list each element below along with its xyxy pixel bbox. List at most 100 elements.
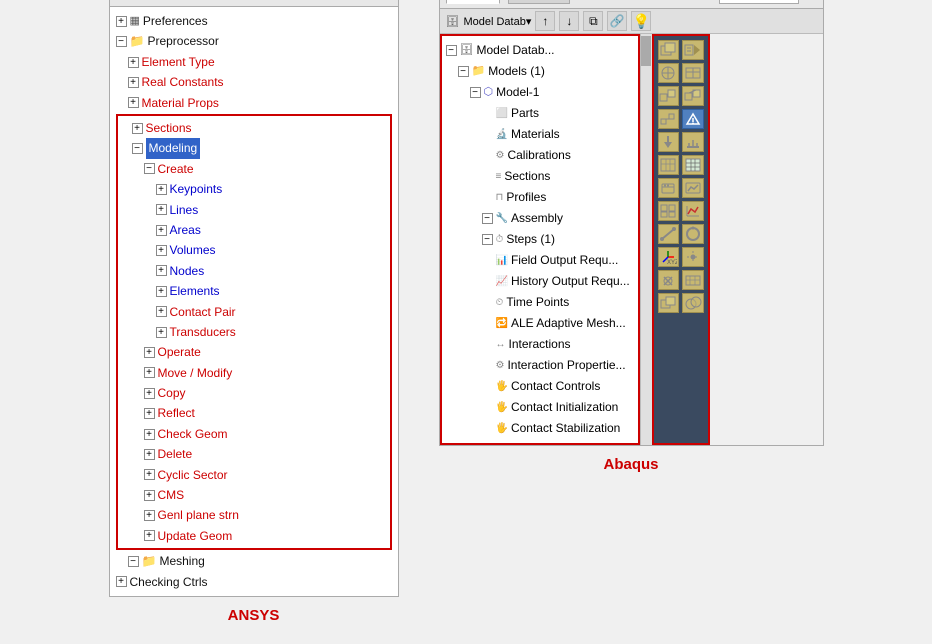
tree-item-sections[interactable]: + Sections	[120, 118, 388, 138]
tree-item-lines[interactable]: + Lines	[120, 200, 388, 220]
mesh-part-icon[interactable]	[682, 155, 704, 175]
expand-sections[interactable]: +	[132, 123, 143, 134]
tree-item-copy[interactable]: + Copy	[120, 383, 388, 403]
chart-icon[interactable]	[682, 201, 704, 221]
tree-item-model-1[interactable]: − ⬡ Model-1	[446, 82, 634, 103]
tree-item-transducers[interactable]: + Transducers	[120, 322, 388, 342]
tab-model[interactable]: Model	[446, 0, 501, 4]
tree-item-preferences[interactable]: + ▦ Preferences	[116, 11, 392, 31]
tree-item-ale[interactable]: 🔁 ALE Adaptive Mesh...	[446, 313, 634, 334]
material-create-icon[interactable]	[658, 63, 680, 83]
tree-item-history-output[interactable]: 📈 History Output Requ...	[446, 271, 634, 292]
expand-modeling[interactable]: −	[132, 143, 143, 154]
sketch-circle-icon[interactable]	[682, 224, 704, 244]
tree-item-areas[interactable]: + Areas	[120, 220, 388, 240]
expand-lines[interactable]: +	[156, 204, 167, 215]
tree-item-update-geom[interactable]: + Update Geom	[120, 526, 388, 546]
expand-contact-pair[interactable]: +	[156, 306, 167, 317]
toolbar-btn-down[interactable]: ↓	[559, 11, 579, 31]
tree-item-assembly[interactable]: − 🔧 Assembly	[446, 208, 634, 229]
tree-item-meshing[interactable]: − 📁 Meshing	[116, 551, 392, 571]
tree-item-contact-stab[interactable]: 🖐 Contact Stabilization	[446, 418, 634, 439]
sketch-line-icon[interactable]	[658, 224, 680, 244]
expand-create[interactable]: −	[144, 163, 155, 174]
job-monitor-icon[interactable]	[682, 178, 704, 198]
tree-item-nodes[interactable]: + Nodes	[120, 261, 388, 281]
tree-item-contact-init[interactable]: 🖐 Contact Initialization	[446, 397, 634, 418]
tree-item-interactions[interactable]: ↔ Interactions	[446, 334, 634, 355]
toolbar-btn-link[interactable]: 🔗	[607, 11, 627, 31]
scroll-thumb[interactable]	[641, 36, 651, 66]
step-create-icon[interactable]	[658, 109, 680, 129]
tree-item-material-props[interactable]: + Material Props	[116, 93, 392, 113]
expand-update-geom[interactable]: +	[144, 530, 155, 541]
tree-item-keypoints[interactable]: + Keypoints	[120, 179, 388, 199]
tree-item-modeling[interactable]: − Modeling	[120, 138, 388, 158]
expand-genl-plane-strn[interactable]: +	[144, 510, 155, 521]
abaqus-scrollbar[interactable]	[640, 34, 652, 445]
load-create-icon[interactable]	[658, 132, 680, 152]
tree-item-sections-ab[interactable]: ≡ Sections	[446, 166, 634, 187]
expand-copy[interactable]: +	[144, 388, 155, 399]
field-icon[interactable]	[682, 270, 704, 290]
part-create-icon[interactable]	[658, 40, 680, 60]
set-create-icon[interactable]	[682, 293, 704, 313]
viewport-icon[interactable]	[658, 201, 680, 221]
expand-check-geom[interactable]: +	[144, 429, 155, 440]
tree-item-move-modify[interactable]: + Move / Modify	[120, 363, 388, 383]
expand-nodes[interactable]: +	[156, 265, 167, 276]
tree-item-check-geom[interactable]: + Check Geom	[120, 424, 388, 444]
tree-item-contact-controls[interactable]: 🖐 Contact Controls	[446, 376, 634, 397]
tree-item-materials[interactable]: 🔬 Materials	[446, 124, 634, 145]
datum-point-icon[interactable]	[682, 247, 704, 267]
tree-item-delete[interactable]: + Delete	[120, 444, 388, 464]
tree-item-parts[interactable]: ⬜ Parts	[446, 103, 634, 124]
mesh-seed-icon[interactable]	[658, 155, 680, 175]
expand-operate[interactable]: +	[144, 347, 155, 358]
ref-point-icon[interactable]	[658, 270, 680, 290]
step-manager-icon[interactable]	[682, 109, 704, 129]
job-create-icon[interactable]	[658, 178, 680, 198]
part-display-icon[interactable]	[658, 293, 680, 313]
section-create-icon[interactable]	[682, 63, 704, 83]
tree-item-elements[interactable]: + Elements	[120, 281, 388, 301]
tab-results[interactable]: Results	[508, 0, 570, 4]
tree-item-create[interactable]: − Create	[120, 159, 388, 179]
expand-areas[interactable]: +	[156, 225, 167, 236]
expand-volumes[interactable]: +	[156, 245, 167, 256]
toolbar-btn-up[interactable]: ↑	[535, 11, 555, 31]
tree-item-time-points[interactable]: ⏲ Time Points	[446, 292, 634, 313]
expand-element-type[interactable]: +	[128, 57, 139, 68]
expand-model-datab[interactable]: −	[446, 45, 457, 56]
tree-item-model-datab[interactable]: − 🗄 Model Datab...	[446, 40, 634, 61]
expand-model-1[interactable]: −	[470, 87, 481, 98]
expand-elements[interactable]: +	[156, 286, 167, 297]
tree-item-models[interactable]: − 📁 Models (1)	[446, 61, 634, 82]
toolbar-btn-copy[interactable]: ⧉	[583, 11, 603, 31]
bc-create-icon[interactable]	[682, 132, 704, 152]
tree-item-interaction-props[interactable]: ⚙ Interaction Propertie...	[446, 355, 634, 376]
tree-item-preprocessor[interactable]: − 📁 Preprocessor	[116, 31, 392, 51]
expand-cyclic-sector[interactable]: +	[144, 469, 155, 480]
expand-checking-ctrls[interactable]: +	[116, 576, 127, 587]
expand-models[interactable]: −	[458, 66, 469, 77]
tree-item-cyclic-sector[interactable]: + Cyclic Sector	[120, 465, 388, 485]
tree-item-reflect[interactable]: + Reflect	[120, 403, 388, 423]
tree-item-volumes[interactable]: + Volumes	[120, 240, 388, 260]
tree-item-genl-plane-strn[interactable]: + Genl plane strn	[120, 505, 388, 525]
expand-preprocessor[interactable]: −	[116, 36, 127, 47]
ansys-collapse-btn[interactable]: ⊘	[378, 0, 391, 3]
tree-item-contact-pair[interactable]: + Contact Pair	[120, 302, 388, 322]
expand-reflect[interactable]: +	[144, 408, 155, 419]
tree-item-cms[interactable]: + CMS	[120, 485, 388, 505]
tree-item-profiles[interactable]: ⊓ Profiles	[446, 187, 634, 208]
module-select[interactable]: Part	[719, 0, 799, 4]
expand-cms[interactable]: +	[144, 490, 155, 501]
tree-item-calibrations[interactable]: ⚙ Calibrations	[446, 145, 634, 166]
part-manager-icon[interactable]	[682, 40, 704, 60]
tree-item-element-type[interactable]: + Element Type	[116, 52, 392, 72]
expand-move-modify[interactable]: +	[144, 367, 155, 378]
expand-material-props[interactable]: +	[128, 97, 139, 108]
assembly-create-icon[interactable]	[658, 86, 680, 106]
tree-item-steps[interactable]: − ⏱ Steps (1)	[446, 229, 634, 250]
